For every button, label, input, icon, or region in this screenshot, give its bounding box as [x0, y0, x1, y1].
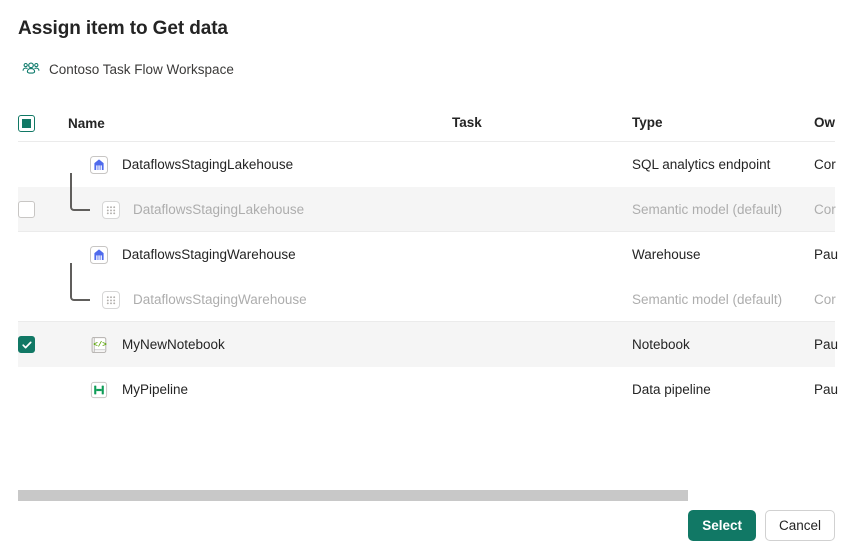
tree-indent: [52, 187, 100, 232]
checkbox-placeholder: [18, 156, 35, 173]
row-type-cell: Data pipeline: [632, 381, 814, 399]
column-header-task[interactable]: Task: [452, 114, 632, 132]
row-name-cell: </> MyNewNotebook: [52, 334, 452, 356]
row-type-label: Warehouse: [632, 247, 701, 262]
column-header-type-label: Type: [632, 115, 663, 130]
column-header-name[interactable]: Name: [52, 116, 452, 131]
workspace-breadcrumb: Contoso Task Flow Workspace: [22, 58, 234, 80]
table-row[interactable]: DataflowsStagingWarehouse Warehouse Pau: [0, 232, 851, 277]
row-type-cell: Semantic model (default): [632, 291, 814, 309]
items-table: Name Task Type Ow Data: [0, 104, 851, 412]
column-header-name-label: Name: [68, 116, 105, 131]
row-type-label: Notebook: [632, 337, 690, 352]
row-name-label: DataflowsStagingLakehouse: [122, 157, 293, 172]
row-type-label: Data pipeline: [632, 382, 711, 397]
row-owner-cell: Cor: [814, 291, 851, 309]
table-header-row: Name Task Type Ow: [0, 104, 851, 142]
row-type-cell: SQL analytics endpoint: [632, 156, 814, 174]
row-name-cell: DataflowsStagingWarehouse: [52, 244, 452, 266]
row-checkbox[interactable]: [18, 336, 35, 353]
cancel-button[interactable]: Cancel: [765, 510, 835, 541]
tree-connector-icon: [70, 263, 90, 301]
page-title: Assign item to Get data: [18, 18, 228, 40]
row-owner-label: Pau: [814, 337, 838, 352]
warehouse-icon: [88, 244, 110, 266]
table-row[interactable]: DataflowsStagingLakehouse Semantic model…: [0, 187, 851, 232]
svg-text:</>: </>: [93, 341, 107, 349]
row-type-cell: Warehouse: [632, 246, 814, 264]
row-owner-cell: Pau: [814, 246, 851, 264]
checkbox-indeterminate-mark: [22, 119, 31, 128]
horizontal-scrollbar[interactable]: [18, 490, 835, 501]
row-owner-label: Cor: [814, 157, 836, 172]
row-owner-cell: Pau: [814, 336, 851, 354]
select-all-checkbox-cell[interactable]: [0, 115, 52, 132]
row-name-label: DataflowsStagingLakehouse: [133, 202, 304, 217]
table-row[interactable]: DataflowsStagingWarehouse Semantic model…: [0, 277, 851, 322]
row-type-label: Semantic model (default): [632, 202, 782, 217]
row-type-label: Semantic model (default): [632, 292, 782, 307]
checkbox-placeholder: [18, 381, 35, 398]
table-row[interactable]: DataflowsStagingLakehouse SQL analytics …: [0, 142, 851, 187]
row-owner-label: Cor: [814, 202, 836, 217]
table-row[interactable]: </> MyNewNotebook Notebook Pau: [0, 322, 851, 367]
column-header-owner[interactable]: Ow: [814, 114, 851, 132]
row-name-label: MyPipeline: [122, 382, 188, 397]
row-name-cell: MyPipeline: [52, 379, 452, 401]
row-name-cell: DataflowsStagingLakehouse: [52, 187, 452, 232]
row-owner-cell: Pau: [814, 381, 851, 399]
data-pipeline-icon: [88, 379, 110, 401]
horizontal-scrollbar-thumb[interactable]: [18, 490, 688, 501]
notebook-icon: </>: [88, 334, 110, 356]
row-name-label: DataflowsStagingWarehouse: [122, 247, 296, 262]
row-owner-cell: Cor: [814, 156, 851, 174]
row-checkbox-cell[interactable]: [0, 246, 52, 263]
tree-indent: [52, 277, 100, 322]
tree-connector-icon: [70, 173, 90, 211]
row-type-cell: Semantic model (default): [632, 201, 814, 219]
column-header-owner-label: Ow: [814, 115, 835, 130]
row-checkbox-cell[interactable]: [0, 381, 52, 398]
row-checkbox-cell[interactable]: [0, 336, 52, 353]
table-row[interactable]: MyPipeline Data pipeline Pau: [0, 367, 851, 412]
dialog-footer: Select Cancel: [688, 510, 835, 541]
row-name-cell: DataflowsStagingLakehouse: [52, 154, 452, 176]
checkbox-placeholder: [18, 246, 35, 263]
row-checkbox-cell[interactable]: [0, 291, 52, 308]
row-owner-label: Pau: [814, 247, 838, 262]
row-checkbox-cell[interactable]: [0, 156, 52, 173]
row-checkbox-cell[interactable]: [0, 201, 52, 218]
row-type-label: SQL analytics endpoint: [632, 157, 770, 172]
select-all-checkbox[interactable]: [18, 115, 35, 132]
semantic-model-icon: [100, 199, 122, 221]
row-owner-label: Pau: [814, 382, 838, 397]
column-header-task-label: Task: [452, 115, 482, 130]
checkbox-placeholder: [18, 291, 35, 308]
row-name-label: MyNewNotebook: [122, 337, 225, 352]
people-group-icon: [22, 60, 40, 78]
workspace-name: Contoso Task Flow Workspace: [49, 62, 234, 77]
select-button[interactable]: Select: [688, 510, 756, 541]
row-owner-label: Cor: [814, 292, 836, 307]
row-owner-cell: Cor: [814, 201, 851, 219]
row-checkbox[interactable]: [18, 201, 35, 218]
row-name-cell: DataflowsStagingWarehouse: [52, 277, 452, 322]
row-name-label: DataflowsStagingWarehouse: [133, 292, 307, 307]
semantic-model-icon: [100, 289, 122, 311]
column-header-type[interactable]: Type: [632, 114, 814, 132]
lakehouse-icon: [88, 154, 110, 176]
row-type-cell: Notebook: [632, 336, 814, 354]
